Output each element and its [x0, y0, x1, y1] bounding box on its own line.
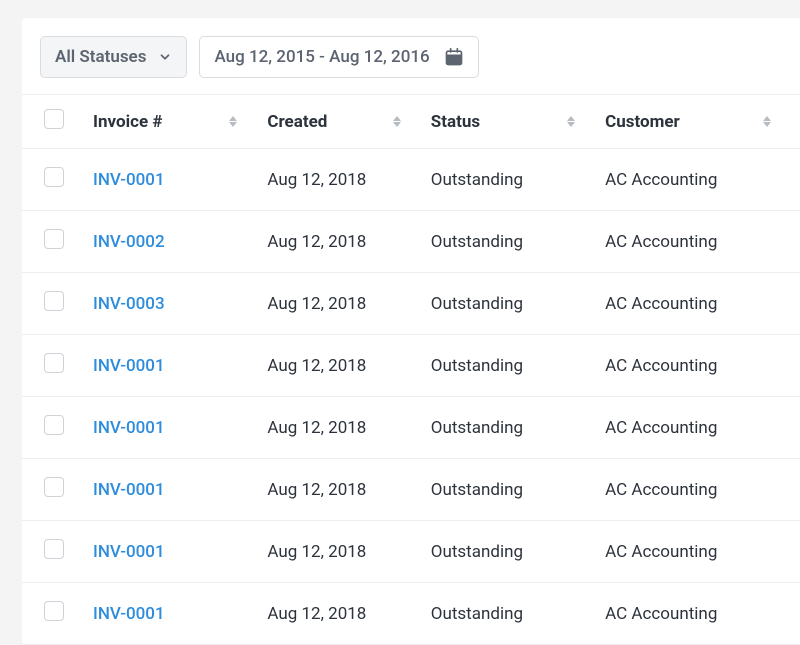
cell-status: Outstanding — [421, 211, 595, 273]
sort-icon — [763, 116, 771, 127]
invoice-table: Invoice # Created Status — [22, 94, 800, 645]
column-label: Created — [267, 112, 327, 132]
row-checkbox[interactable] — [44, 353, 64, 373]
invoice-link[interactable]: INV-0003 — [93, 294, 165, 314]
cell-customer: AC Accounting — [595, 149, 791, 211]
table-row: INV-0001 Aug 12, 2018OutstandingAC Accoun… — [22, 397, 800, 459]
cell-due: Sept 12 — [791, 397, 800, 459]
invoice-panel: All Statuses Aug 12, 2015 - Aug 12, 2016… — [22, 18, 800, 645]
column-header-created[interactable]: Created — [257, 95, 420, 149]
cell-created: Aug 12, 2018 — [257, 149, 420, 211]
table-row: INV-0002 Aug 12, 2018OutstandingAC Accoun… — [22, 211, 800, 273]
row-checkbox[interactable] — [44, 229, 64, 249]
invoice-link[interactable]: INV-0002 — [93, 232, 165, 252]
cell-status: Outstanding — [421, 521, 595, 583]
invoice-link[interactable]: INV-0001 — [93, 356, 165, 376]
cell-customer: AC Accounting — [595, 459, 791, 521]
cell-status: Outstanding — [421, 273, 595, 335]
row-checkbox[interactable] — [44, 167, 64, 187]
cell-status: Outstanding — [421, 459, 595, 521]
sort-icon — [393, 116, 401, 127]
cell-created: Aug 12, 2018 — [257, 211, 420, 273]
table-row: INV-0003 Aug 12, 2018OutstandingAC Accoun… — [22, 273, 800, 335]
invoice-link[interactable]: INV-0001 — [93, 170, 165, 190]
cell-created: Aug 12, 2018 — [257, 273, 420, 335]
cell-customer: AC Accounting — [595, 273, 791, 335]
table-row: INV-0001 Aug 12, 2018OutstandingAC Accoun… — [22, 149, 800, 211]
cell-due: Sept 12 — [791, 521, 800, 583]
cell-customer: AC Accounting — [595, 335, 791, 397]
table-row: INV-0001 Aug 12, 2018OutstandingAC Accoun… — [22, 335, 800, 397]
table-row: INV-0001 Aug 12, 2018OutstandingAC Accoun… — [22, 583, 800, 645]
date-range-label: Aug 12, 2015 - Aug 12, 2016 — [214, 47, 429, 67]
invoice-link[interactable]: INV-0001 — [93, 542, 165, 562]
cell-customer: AC Accounting — [595, 583, 791, 645]
cell-created: Aug 12, 2018 — [257, 583, 420, 645]
cell-created: Aug 12, 2018 — [257, 459, 420, 521]
column-label: Status — [431, 112, 480, 132]
cell-due: Sept 12 — [791, 459, 800, 521]
status-filter-label: All Statuses — [55, 47, 146, 67]
chevron-down-icon — [158, 50, 172, 64]
date-range-picker[interactable]: Aug 12, 2015 - Aug 12, 2016 — [199, 36, 478, 78]
column-header-due[interactable]: Due — [791, 95, 800, 149]
cell-customer: AC Accounting — [595, 211, 791, 273]
row-checkbox[interactable] — [44, 291, 64, 311]
row-checkbox[interactable] — [44, 415, 64, 435]
cell-created: Aug 12, 2018 — [257, 397, 420, 459]
column-header-invoice[interactable]: Invoice # — [83, 95, 257, 149]
cell-status: Outstanding — [421, 335, 595, 397]
invoice-link[interactable]: INV-0001 — [93, 604, 165, 624]
row-checkbox[interactable] — [44, 601, 64, 621]
cell-status: Outstanding — [421, 397, 595, 459]
cell-customer: AC Accounting — [595, 521, 791, 583]
column-header-status[interactable]: Status — [421, 95, 595, 149]
cell-created: Aug 12, 2018 — [257, 521, 420, 583]
sort-icon — [567, 116, 575, 127]
row-checkbox[interactable] — [44, 539, 64, 559]
cell-status: Outstanding — [421, 149, 595, 211]
column-label: Customer — [605, 112, 680, 132]
select-all-checkbox[interactable] — [44, 109, 64, 129]
cell-due: Sept 12 — [791, 211, 800, 273]
cell-due: Sept 12 — [791, 335, 800, 397]
sort-icon — [229, 116, 237, 127]
cell-status: Outstanding — [421, 583, 595, 645]
row-checkbox[interactable] — [44, 477, 64, 497]
table-header-row: Invoice # Created Status — [22, 95, 800, 149]
cell-due: Sept 12 — [791, 273, 800, 335]
cell-created: Aug 12, 2018 — [257, 335, 420, 397]
filter-bar: All Statuses Aug 12, 2015 - Aug 12, 2016 — [22, 18, 800, 94]
calendar-icon — [444, 47, 464, 67]
invoice-link[interactable]: INV-0001 — [93, 418, 165, 438]
table-row: INV-0001 Aug 12, 2018OutstandingAC Accoun… — [22, 459, 800, 521]
column-header-customer[interactable]: Customer — [595, 95, 791, 149]
cell-due: Sept 12 — [791, 583, 800, 645]
status-filter-dropdown[interactable]: All Statuses — [40, 36, 187, 78]
cell-customer: AC Accounting — [595, 397, 791, 459]
invoice-link[interactable]: INV-0001 — [93, 480, 165, 500]
table-row: INV-0001 Aug 12, 2018OutstandingAC Accoun… — [22, 521, 800, 583]
cell-due: Sept 12 — [791, 149, 800, 211]
column-label: Invoice # — [93, 112, 162, 132]
